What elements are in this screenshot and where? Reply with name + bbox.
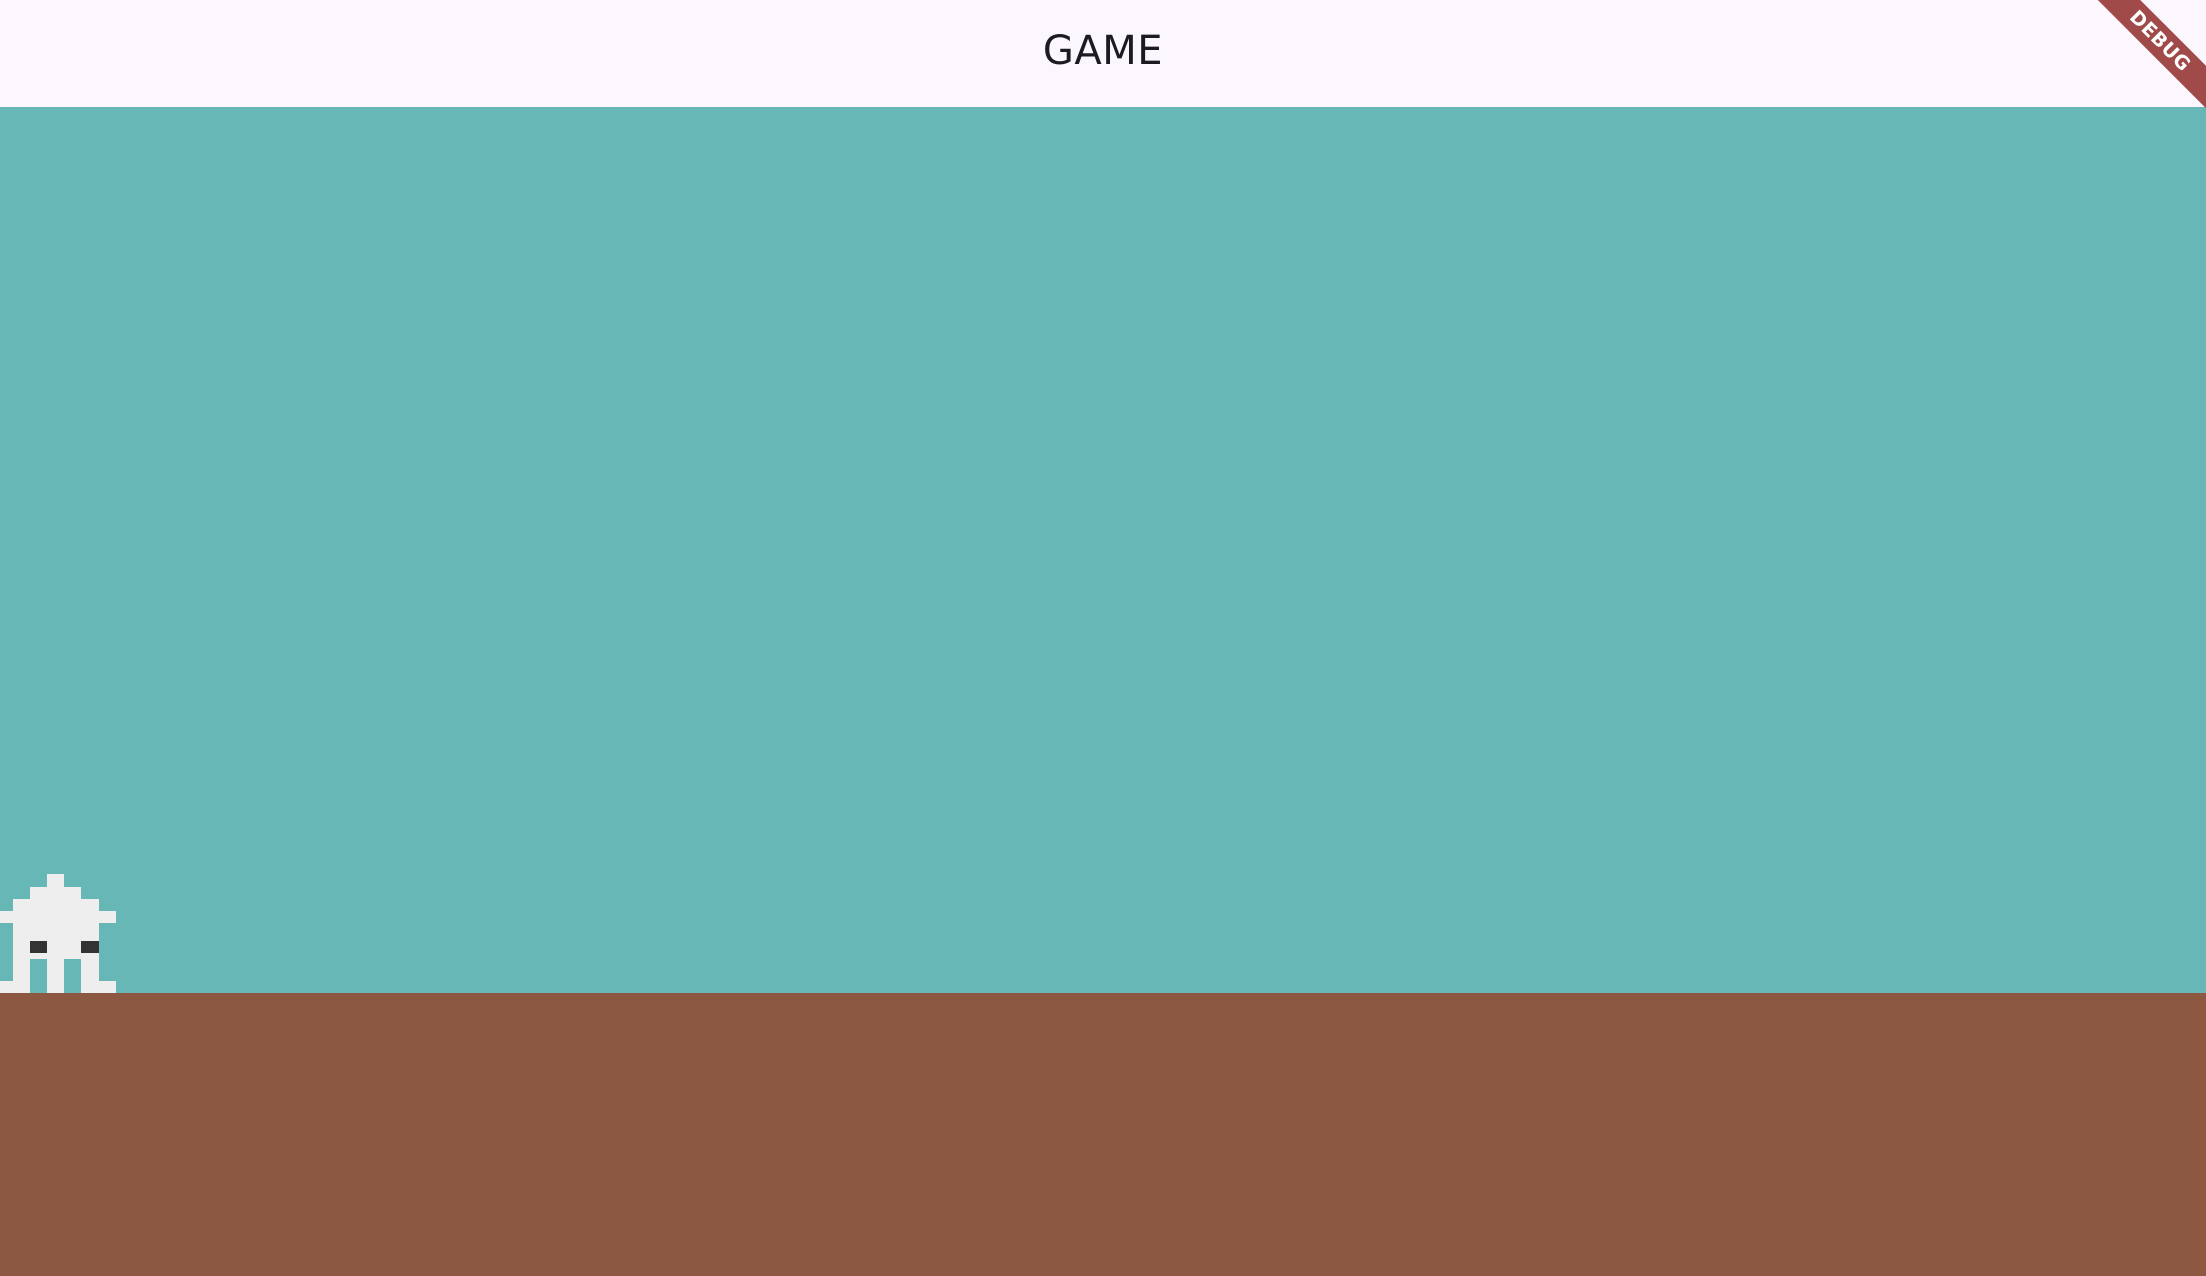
app-bar: GAME xyxy=(0,0,2206,107)
game-screen: GAME DEBUG xyxy=(0,0,2206,1276)
pixel-invader-icon xyxy=(0,874,116,993)
page-title: GAME xyxy=(1042,27,1164,74)
player-character xyxy=(0,874,116,993)
invader-body xyxy=(0,874,116,993)
game-sky-area[interactable] xyxy=(0,107,2206,993)
game-ground xyxy=(0,993,2206,1276)
